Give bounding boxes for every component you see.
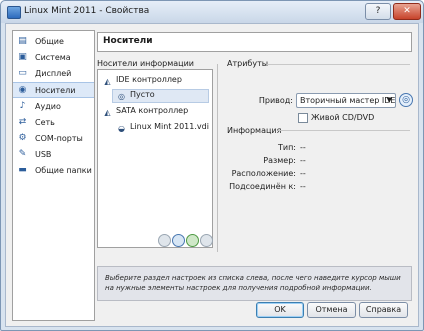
system-icon: ▣: [18, 52, 27, 62]
ok-button[interactable]: OK: [256, 302, 304, 318]
description-text: Выберите раздел настроек из списка слева…: [105, 274, 401, 292]
sidebar-item-system[interactable]: ▣ Система: [13, 50, 94, 66]
drive-label: Привод:: [258, 96, 293, 105]
help-button[interactable]: Справка: [359, 302, 408, 318]
sidebar-item-label: Общие: [35, 37, 64, 46]
sidebar-item-usb[interactable]: ✎ USB: [13, 147, 94, 163]
remove-attachment-icon[interactable]: [200, 234, 213, 247]
sidebar-item-storage[interactable]: ◉ Носители: [13, 82, 94, 98]
tree-item-sata-controller[interactable]: ◭ SATA контроллер: [102, 106, 188, 118]
tree-item-label: Пусто: [130, 90, 155, 99]
hard-disk-icon: ◒: [118, 124, 125, 133]
info-attached-label: Подсоединён к:: [229, 182, 296, 191]
info-size-value: --: [300, 156, 306, 165]
info-location-label: Расположение:: [231, 169, 296, 178]
add-controller-icon[interactable]: [158, 234, 171, 247]
sidebar-item-label: USB: [35, 150, 52, 159]
sidebar-item-serial-ports[interactable]: ⚙ COM-порты: [13, 131, 94, 147]
sidebar-item-label: Сеть: [35, 118, 55, 127]
add-attachment-icon[interactable]: [186, 234, 199, 247]
info-type-label: Тип:: [277, 143, 296, 152]
shared-folders-icon: ▬: [18, 165, 27, 175]
info-location-value: --: [300, 169, 306, 178]
title-bar[interactable]: Linux Mint 2011 - Свойства ? ✕: [1, 1, 423, 23]
storage-tree-title: Носители информации: [97, 59, 194, 68]
choose-disc-icon[interactable]: ◎: [399, 93, 413, 107]
tree-item-label: IDE контроллер: [116, 75, 182, 84]
sidebar-item-label: Аудио: [35, 102, 61, 111]
tree-item-label: Linux Mint 2011.vdi: [130, 122, 209, 131]
sata-controller-icon: ◭: [104, 108, 111, 117]
serial-port-icon: ⚙: [18, 133, 27, 143]
cancel-button[interactable]: Отмена: [307, 302, 356, 318]
title-close-button[interactable]: ✕: [393, 3, 421, 20]
settings-window: Linux Mint 2011 - Свойства ? ✕ ▤ Общие ▣…: [0, 0, 424, 331]
info-size-label: Размер:: [263, 156, 296, 165]
title-help-button[interactable]: ?: [365, 3, 391, 20]
settings-category-list: ▤ Общие ▣ Система ▭ Дисплей ◉ Носители ♪…: [12, 30, 95, 321]
description-panel: Выберите раздел настроек из списка слева…: [97, 266, 412, 301]
attributes-title: Атрибуты: [227, 59, 269, 68]
audio-icon: ♪: [19, 101, 26, 111]
sidebar-item-audio[interactable]: ♪ Аудио: [13, 99, 94, 115]
sidebar-item-network[interactable]: ⇄ Сеть: [13, 115, 94, 131]
storage-icon: ◉: [18, 85, 27, 95]
information-separator: [278, 130, 410, 131]
storage-tree[interactable]: ◭ IDE контроллер ◎ Пусто ◭ SATA контроллер …: [97, 69, 213, 248]
information-title: Информация: [227, 126, 282, 135]
display-icon: ▭: [18, 68, 27, 78]
chevron-down-icon: ▼: [386, 96, 392, 104]
tree-item-ide-controller[interactable]: ◭ IDE контроллер: [102, 75, 182, 87]
page-title: Носители: [103, 36, 153, 46]
drive-select[interactable]: Вторичный мастер IDE ▼: [296, 93, 396, 108]
network-icon: ⇄: [18, 117, 27, 127]
sidebar-item-label: Система: [35, 53, 71, 62]
tree-item-hard-disk[interactable]: ◒ Linux Mint 2011.vdi: [116, 122, 209, 134]
info-type-value: --: [300, 143, 306, 152]
pane-divider: [217, 64, 218, 252]
sidebar-item-label: Общие папки: [35, 166, 92, 175]
optical-disc-icon: ◎: [118, 92, 125, 101]
page-header: Носители: [97, 32, 412, 52]
attributes-separator: [267, 64, 410, 65]
sidebar-item-display[interactable]: ▭ Дисплей: [13, 66, 94, 82]
sidebar-item-shared-folders[interactable]: ▬ Общие папки: [13, 163, 94, 179]
tree-item-label: SATA контроллер: [116, 106, 189, 115]
sidebar-item-general[interactable]: ▤ Общие: [13, 34, 94, 50]
tree-item-empty-drive[interactable]: ◎ Пусто: [112, 89, 209, 103]
usb-icon: ✎: [18, 149, 27, 159]
live-cd-checkbox[interactable]: [298, 113, 308, 123]
info-attached-value: --: [300, 182, 306, 191]
ide-controller-icon: ◭: [104, 77, 111, 86]
window-title: Linux Mint 2011 - Свойства: [24, 6, 150, 16]
sidebar-item-label: Дисплей: [35, 69, 72, 78]
drive-select-value: Вторичный мастер IDE: [300, 96, 396, 105]
dialog-body: ▤ Общие ▣ Система ▭ Дисплей ◉ Носители ♪…: [5, 23, 419, 327]
remove-controller-icon[interactable]: [172, 234, 185, 247]
general-icon: ▤: [18, 36, 27, 46]
sidebar-item-label: Носители: [35, 86, 76, 95]
sidebar-item-label: COM-порты: [35, 134, 83, 143]
live-cd-label[interactable]: Живой CD/DVD: [311, 113, 374, 122]
app-icon: [7, 6, 21, 19]
